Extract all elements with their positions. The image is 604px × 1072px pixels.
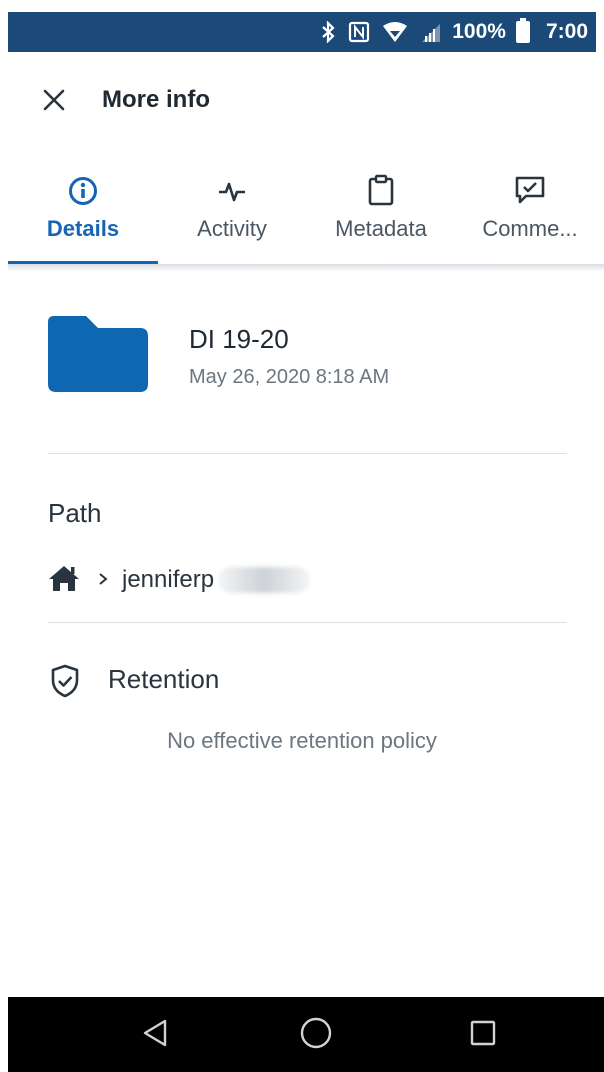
home-icon[interactable] (48, 564, 80, 597)
system-nav-bar (8, 997, 604, 1072)
redacted-text (218, 567, 311, 593)
signal-icon (420, 22, 441, 42)
battery-percent: 100% (452, 20, 506, 43)
wifi-icon (382, 21, 408, 43)
tab-label: Metadata (335, 216, 427, 241)
home-circle-icon (300, 1017, 332, 1054)
tab-label: Comme... (482, 216, 578, 241)
folder-icon (48, 316, 148, 397)
tab-bar-shadow (8, 264, 604, 272)
back-icon (142, 1019, 168, 1052)
status-bar: 100% 7:00 (8, 12, 596, 52)
tab-activity[interactable]: Activity (158, 152, 306, 264)
retention-heading: Retention (108, 664, 220, 694)
tab-metadata[interactable]: Metadata (306, 152, 456, 264)
tab-details[interactable]: Details (8, 152, 158, 264)
divider (48, 453, 567, 454)
info-icon (68, 166, 98, 206)
divider (48, 622, 567, 623)
activity-pulse-icon (217, 166, 247, 206)
battery-icon (515, 18, 530, 43)
tab-label: Details (46, 216, 120, 241)
retention-message: No effective retention policy (167, 728, 437, 753)
tab-bar: Details Activity Metadata Comme... (8, 152, 604, 264)
tab-comments[interactable]: Comme... (456, 152, 604, 264)
close-icon (42, 88, 66, 117)
close-button[interactable] (36, 84, 72, 120)
comment-check-icon (514, 166, 546, 206)
file-name: DI 19-20 (189, 324, 289, 354)
clipboard-icon (367, 166, 395, 206)
bluetooth-icon (320, 21, 336, 43)
breadcrumb-user[interactable]: jenniferp (122, 566, 214, 594)
file-date: May 26, 2020 8:18 AM (189, 366, 390, 388)
shield-check-icon (50, 664, 80, 703)
chevron-right-icon (98, 570, 108, 591)
nav-back-button[interactable] (135, 1015, 175, 1055)
app-header: More info (0, 52, 604, 148)
tab-label: Activity (197, 216, 267, 241)
page-title: More info (102, 86, 210, 113)
nav-recents-button[interactable] (463, 1015, 503, 1055)
recents-square-icon (470, 1020, 496, 1051)
clock: 7:00 (545, 20, 588, 43)
nfc-icon (348, 21, 370, 43)
nav-home-button[interactable] (296, 1015, 336, 1055)
path-heading: Path (48, 498, 102, 528)
breadcrumb[interactable]: jenniferp (48, 562, 311, 598)
